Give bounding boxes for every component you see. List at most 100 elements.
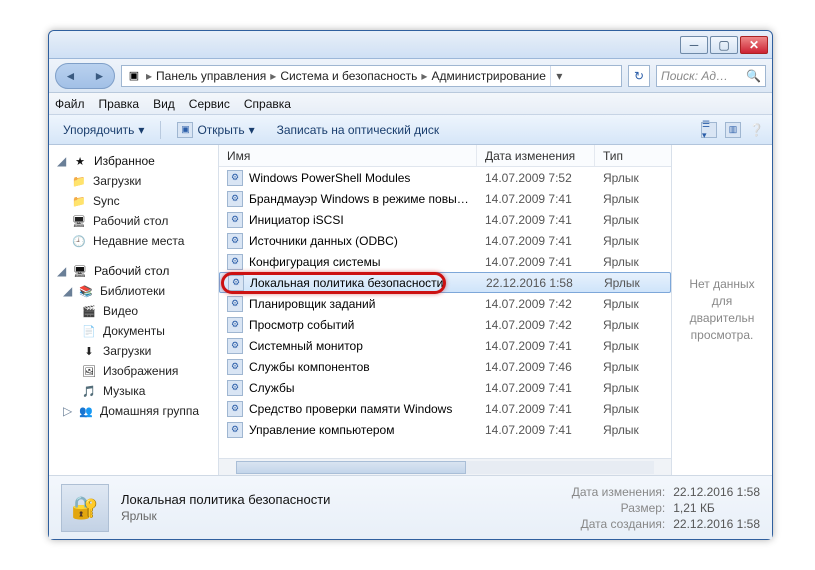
menu-view[interactable]: Вид [153, 97, 175, 111]
breadcrumb-seg[interactable]: Панель управления [156, 69, 266, 83]
file-row[interactable]: ⚙Просмотр событий14.07.2009 7:42Ярлык [219, 314, 671, 335]
view-mode-button[interactable]: ☰ ▾ [701, 122, 717, 138]
nav-favorites[interactable]: ◢★Избранное [51, 151, 216, 171]
help-icon[interactable]: ❔ [749, 123, 764, 137]
homegroup-icon: 👥 [78, 403, 94, 419]
shortcut-icon: ⚙ [227, 422, 243, 438]
open-button[interactable]: ▣Открыть ▾ [171, 119, 260, 141]
library-icon: 📚 [78, 283, 94, 299]
recent-icon: 🕘 [71, 233, 87, 249]
menu-file[interactable]: Файл [55, 97, 85, 111]
burn-button[interactable]: Записать на оптический диск [271, 119, 446, 141]
search-icon: 🔍 [746, 69, 761, 83]
menu-tools[interactable]: Сервис [189, 97, 230, 111]
nav-item-video[interactable]: 🎬Видео [51, 301, 216, 321]
preview-pane: Нет данных для дварительн просмотра. [672, 145, 772, 475]
shortcut-icon: ⚙ [227, 170, 243, 186]
prop-size-label: Размер: [572, 501, 666, 515]
file-row[interactable]: ⚙Службы компонентов14.07.2009 7:46Ярлык [219, 356, 671, 377]
file-row[interactable]: ⚙Локальная политика безопасности22.12.20… [219, 272, 671, 293]
folder-icon: 📁 [71, 193, 87, 209]
file-name: Системный монитор [249, 339, 363, 353]
nav-item-pictures[interactable]: 🖼Изображения [51, 361, 216, 381]
shortcut-icon: ⚙ [227, 359, 243, 375]
shortcut-icon: ⚙ [227, 233, 243, 249]
breadcrumb-seg[interactable]: Администрирование [431, 69, 545, 83]
col-date[interactable]: Дата изменения [477, 145, 595, 166]
nav-item-music[interactable]: 🎵Музыка [51, 381, 216, 401]
file-row[interactable]: ⚙Планировщик заданий14.07.2009 7:42Ярлык [219, 293, 671, 314]
nav-back-forward[interactable]: ◄ ► [55, 63, 115, 89]
nav-homegroup[interactable]: ▷👥Домашняя группа [51, 401, 216, 421]
star-icon: ★ [72, 153, 88, 169]
file-row[interactable]: ⚙Инициатор iSCSI14.07.2009 7:41Ярлык [219, 209, 671, 230]
file-row[interactable]: ⚙Средство проверки памяти Windows14.07.2… [219, 398, 671, 419]
shortcut-icon: ⚙ [227, 254, 243, 270]
close-button[interactable]: ✕ [740, 36, 768, 54]
video-icon: 🎬 [81, 303, 97, 319]
nav-item-recent[interactable]: 🕘Недавние места [51, 231, 216, 251]
nav-item-documents[interactable]: 📄Документы [51, 321, 216, 341]
file-row[interactable]: ⚙Windows PowerShell Modules14.07.2009 7:… [219, 167, 671, 188]
breadcrumb-seg[interactable]: Система и безопасность [280, 69, 417, 83]
file-date: 22.12.2016 1:58 [478, 276, 596, 290]
file-row[interactable]: ⚙Системный монитор14.07.2009 7:41Ярлык [219, 335, 671, 356]
file-type: Ярлык [595, 171, 671, 185]
file-name: Конфигурация системы [249, 255, 380, 269]
nav-item-sync[interactable]: 📁Sync [51, 191, 216, 211]
body: ◢★Избранное 📁Загрузки 📁Sync 🖥Рабочий сто… [49, 145, 772, 475]
search-input[interactable]: Поиск: Ад… 🔍 [656, 65, 766, 87]
download-icon: ⬇ [81, 343, 97, 359]
file-date: 14.07.2009 7:42 [477, 318, 595, 332]
col-type[interactable]: Тип [595, 145, 671, 166]
file-row[interactable]: ⚙Службы14.07.2009 7:41Ярлык [219, 377, 671, 398]
folder-icon: 📁 [71, 173, 87, 189]
nav-desktop[interactable]: ◢🖥Рабочий стол [51, 261, 216, 281]
file-name: Брандмауэр Windows в режиме повы… [249, 192, 469, 206]
file-row[interactable]: ⚙Брандмауэр Windows в режиме повы…14.07.… [219, 188, 671, 209]
prop-created-value: 22.12.2016 1:58 [673, 517, 760, 531]
file-type: Ярлык [595, 213, 671, 227]
file-type: Ярлык [595, 255, 671, 269]
file-date: 14.07.2009 7:41 [477, 423, 595, 437]
address-bar: ◄ ► ▣ ▸ Панель управления ▸ Система и бе… [49, 59, 772, 93]
file-type: Ярлык [595, 234, 671, 248]
scrollbar-thumb[interactable] [236, 461, 466, 474]
rows-container: ⚙Windows PowerShell Modules14.07.2009 7:… [219, 167, 671, 458]
breadcrumb-dropdown[interactable]: ▾ [550, 65, 568, 87]
col-name[interactable]: Имя [219, 145, 477, 166]
shortcut-icon: ⚙ [227, 338, 243, 354]
nav-item-downloads[interactable]: 📁Загрузки [51, 171, 216, 191]
toolbar: Упорядочить ▾ ▣Открыть ▾ Записать на опт… [49, 115, 772, 145]
file-date: 14.07.2009 7:46 [477, 360, 595, 374]
refresh-button[interactable]: ↻ [628, 65, 650, 87]
nav-item-desktop[interactable]: 🖥Рабочий стол [51, 211, 216, 231]
minimize-button[interactable]: ─ [680, 36, 708, 54]
separator [160, 121, 161, 139]
file-name: Службы [249, 381, 294, 395]
breadcrumb[interactable]: ▣ ▸ Панель управления ▸ Система и безопа… [121, 65, 622, 87]
menu-edit[interactable]: Правка [99, 97, 140, 111]
nav-libraries[interactable]: ◢📚Библиотеки [51, 281, 216, 301]
file-name: Планировщик заданий [249, 297, 375, 311]
organize-button[interactable]: Упорядочить ▾ [57, 119, 150, 141]
shortcut-icon: ⚙ [227, 317, 243, 333]
file-type: Ярлык [595, 297, 671, 311]
file-row[interactable]: ⚙Управление компьютером14.07.2009 7:41Яр… [219, 419, 671, 440]
file-list: Имя Дата изменения Тип ⚙Windows PowerShe… [219, 145, 672, 475]
chevron-down-icon: ▾ [138, 123, 144, 137]
menu-help[interactable]: Справка [244, 97, 291, 111]
maximize-button[interactable]: ▢ [710, 36, 738, 54]
nav-item-downloads2[interactable]: ⬇Загрузки [51, 341, 216, 361]
file-name: Локальная политика безопасности [250, 276, 443, 290]
file-type: Ярлык [596, 276, 670, 290]
file-row[interactable]: ⚙Источники данных (ODBC)14.07.2009 7:41Я… [219, 230, 671, 251]
file-row[interactable]: ⚙Конфигурация системы14.07.2009 7:41Ярлы… [219, 251, 671, 272]
shortcut-icon: ⚙ [227, 401, 243, 417]
explorer-window: ─ ▢ ✕ ◄ ► ▣ ▸ Панель управления ▸ Систем… [48, 30, 773, 540]
horizontal-scrollbar[interactable] [219, 458, 671, 475]
preview-pane-button[interactable]: ▥ [725, 122, 741, 138]
music-icon: 🎵 [81, 383, 97, 399]
image-icon: 🖼 [81, 363, 97, 379]
chevron-down-icon: ▾ [249, 123, 255, 137]
